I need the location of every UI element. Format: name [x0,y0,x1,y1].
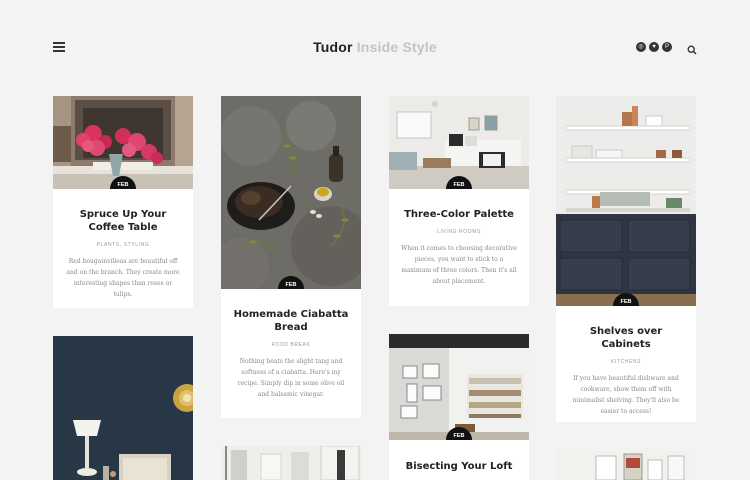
social-links: ◎ ♥ P [636,42,672,52]
post-categories[interactable]: FOOD BREAK [221,342,361,348]
post-excerpt: If you have beautiful dishware and cookw… [572,375,680,415]
post-image[interactable]: FEB 10 [556,96,696,306]
post-title[interactable]: Three-Color Palette [389,208,529,221]
post-title[interactable]: Shelves over Cabinets [556,325,696,351]
post-excerpt: When it comes to choosing decorative pie… [401,245,517,285]
post-card[interactable]: FEB 10 Three-Color Palette LIVING ROOMS … [389,96,529,306]
search-icon[interactable] [687,42,697,55]
pinterest-icon[interactable]: P [662,42,672,52]
post-excerpt: Nothing beats the slight tang and softne… [237,358,345,398]
post-excerpt: Red bougainvilleas are beautiful off and… [66,258,180,298]
post-image[interactable]: FEB 12 [53,96,193,189]
brand-primary: Tudor [313,39,353,55]
post-card[interactable]: FEB 12 Spruce Up Your Coffee Table PLANT… [53,96,193,308]
post-title[interactable]: Bisecting Your Loft [389,460,529,473]
post-image[interactable]: FEB 9 [389,334,529,440]
twitter-icon[interactable]: ♥ [649,42,659,52]
instagram-icon[interactable]: ◎ [636,42,646,52]
post-categories[interactable]: PLANTS, STYLING [53,242,193,248]
site-header: Tudor Inside Style ◎ ♥ P [0,0,750,96]
post-image[interactable] [221,446,361,480]
brand-secondary: Inside Style [356,39,437,55]
post-image[interactable]: FEB 11 [221,96,361,289]
post-image[interactable] [556,450,696,480]
post-card[interactable] [53,336,193,480]
post-title[interactable]: Homemade Ciabatta Bread [221,308,361,334]
post-image[interactable] [53,336,193,480]
post-card[interactable] [556,450,696,480]
post-categories[interactable]: LIVING ROOMS [389,229,529,235]
post-categories[interactable]: KITCHENS [556,359,696,365]
post-card[interactable]: FEB 9 Bisecting Your Loft [389,334,529,480]
post-card[interactable]: FEB 10 Shelves over Cabinets KITCHENS If… [556,96,696,422]
post-image[interactable]: FEB 10 [389,96,529,189]
post-card[interactable]: FEB 11 Homemade Ciabatta Bread FOOD BREA… [221,96,361,418]
post-card[interactable] [221,446,361,480]
post-title[interactable]: Spruce Up Your Coffee Table [53,208,193,234]
